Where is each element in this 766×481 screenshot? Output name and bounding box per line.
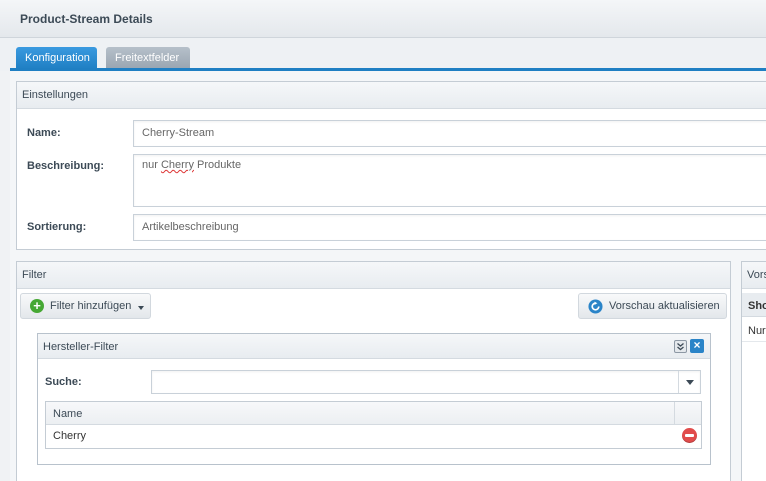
grid-header: Name — [46, 402, 701, 425]
manufacturer-grid: Name Cherry — [45, 401, 702, 449]
add-filter-button-label: Filter hinzufügen — [50, 300, 132, 312]
description-text-2: Produkte — [193, 159, 242, 171]
description-label: Beschreibung: — [27, 160, 105, 172]
tab-bar: Konfiguration Freitextfelder — [0, 38, 766, 71]
preview-panel-title: Vors — [747, 269, 766, 281]
filter-panel-title: Filter — [22, 269, 47, 281]
remove-icon[interactable] — [682, 428, 697, 443]
window-title: Product-Stream Details — [20, 12, 153, 26]
sorting-label: Sortierung: — [27, 221, 87, 233]
filter-panel-header: Filter — [17, 262, 730, 289]
grid-header-name[interactable]: Name — [46, 402, 675, 424]
preview-panel: Vors Sho Nur — [741, 261, 766, 481]
chevron-down-icon — [686, 380, 694, 385]
preview-panel-header: Vors — [742, 262, 766, 289]
refresh-preview-button[interactable]: Vorschau aktualisieren — [578, 293, 727, 319]
name-field-value: Cherry-Stream — [142, 127, 215, 139]
column-name-label: Name — [53, 408, 83, 420]
add-filter-button[interactable]: + Filter hinzufügen — [20, 293, 151, 319]
close-icon[interactable]: × — [690, 339, 704, 353]
manufacturer-filter-panel: Hersteller-Filter × Suche: Name Cherry — [37, 333, 711, 465]
tab-freitextfelder[interactable]: Freitextfelder — [106, 47, 190, 69]
tab-konfiguration[interactable]: Konfiguration — [16, 47, 97, 69]
search-label: Suche: — [45, 376, 82, 388]
add-icon: + — [30, 299, 44, 313]
window-header: Product-Stream Details — [0, 0, 766, 38]
table-row-name: Cherry — [53, 430, 87, 442]
collapse-icon[interactable] — [674, 340, 687, 353]
name-field[interactable]: Cherry-Stream — [133, 120, 766, 147]
description-text-spellcheck: Cherry — [160, 159, 194, 171]
description-text-1: nur — [142, 159, 161, 171]
preview-header-label: Sho — [748, 300, 766, 312]
description-field[interactable]: nur Cherry Produkte — [133, 154, 766, 207]
sorting-field[interactable]: Artikelbeschreibung — [133, 214, 766, 241]
name-label: Name: — [27, 127, 61, 139]
collapse-chevron-icon — [677, 343, 684, 351]
settings-panel-header: Einstellungen — [17, 82, 766, 109]
table-row[interactable]: Cherry — [46, 425, 701, 448]
sorting-field-value: Artikelbeschreibung — [142, 221, 239, 233]
preview-row: Nur — [742, 318, 766, 342]
settings-panel: Einstellungen Name: Cherry-Stream Beschr… — [16, 81, 766, 250]
refresh-preview-button-label: Vorschau aktualisieren — [609, 300, 720, 312]
settings-panel-title: Einstellungen — [22, 89, 89, 101]
preview-grid-header: Sho — [742, 293, 766, 317]
search-combobox[interactable] — [151, 370, 701, 394]
combobox-trigger[interactable] — [678, 371, 700, 393]
manufacturer-filter-title: Hersteller-Filter — [43, 341, 119, 353]
main-area: Einstellungen Name: Cherry-Stream Beschr… — [10, 71, 766, 481]
manufacturer-filter-header: Hersteller-Filter — [38, 334, 710, 359]
refresh-icon — [588, 299, 603, 314]
preview-row-label: Nur — [748, 325, 766, 337]
dropdown-caret-icon — [138, 306, 144, 310]
filter-panel: Filter + Filter hinzufügen Vorschau aktu… — [16, 261, 731, 481]
